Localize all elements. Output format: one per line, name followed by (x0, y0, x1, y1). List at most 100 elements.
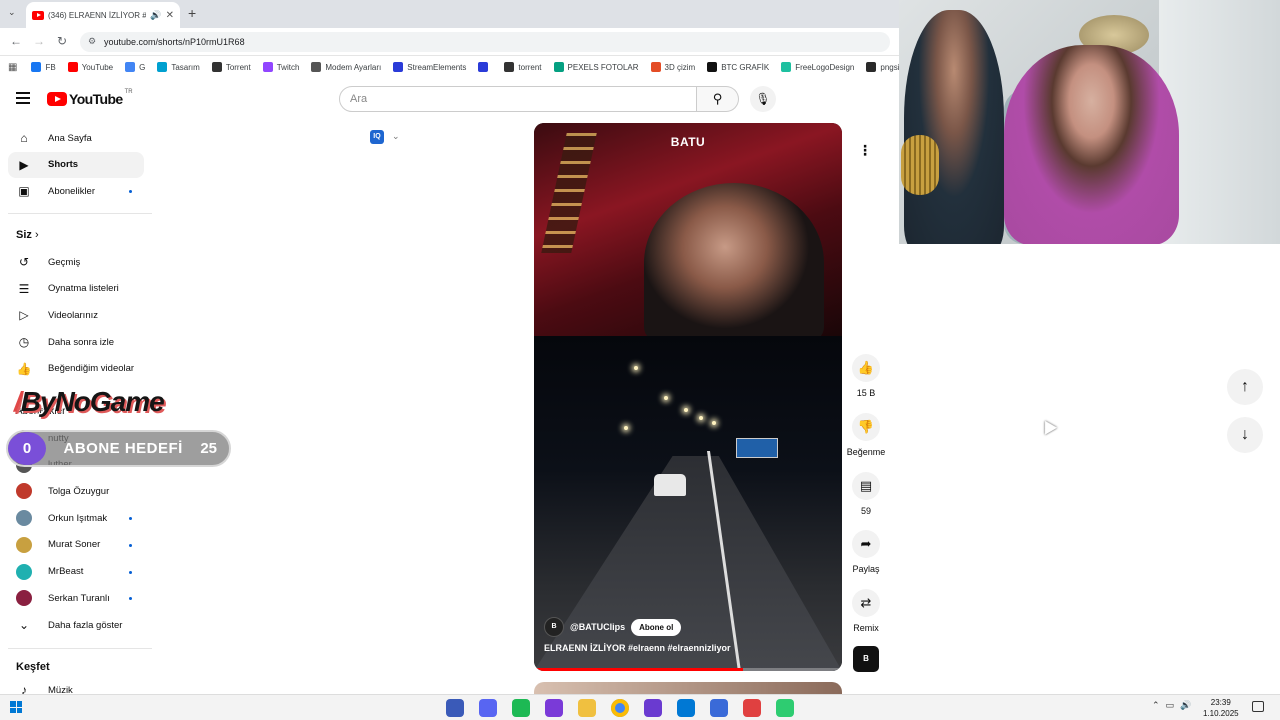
channel-avatar (16, 536, 32, 553)
spotify-icon[interactable] (512, 699, 530, 717)
channel-avatar (16, 590, 32, 607)
dislike-icon[interactable]: 👎 (852, 413, 880, 441)
apps-grid-icon[interactable]: ▦ (8, 62, 17, 73)
app-1-icon[interactable] (446, 699, 464, 717)
section-you[interactable]: Siz › (16, 229, 39, 241)
browser-tab[interactable]: (346) ELRAENN İZLİYOR #el 🔊 ✕ (26, 2, 180, 28)
comment-icon[interactable]: ▤ (852, 472, 880, 500)
tab-search-icon[interactable]: ⌄ (8, 7, 16, 18)
network-icon[interactable]: ▭ (1166, 700, 1175, 711)
channel-row: B @BATUClips Abone ol (544, 617, 682, 637)
channel-avatar[interactable]: B (544, 617, 564, 637)
sidebar-item[interactable]: ☰ Oynatma listeleri (8, 276, 144, 302)
next-short-preview[interactable] (534, 682, 842, 694)
sidebar-item[interactable]: 👍 Beğendiğim videolar (8, 356, 144, 382)
clock[interactable]: 23:39 1.10.2025 (1203, 697, 1239, 719)
sidebar-item[interactable]: ⌂ Ana Sayfa (8, 125, 144, 151)
back-icon[interactable]: ← (10, 34, 22, 48)
app-10-icon[interactable] (743, 699, 761, 717)
like-icon[interactable]: 👍 (852, 354, 880, 382)
sidebar-item[interactable]: ◷ Daha sonra izle (8, 329, 144, 355)
bookmark-item[interactable]: Twitch (262, 62, 299, 72)
sidebar-item[interactable]: ↺ Geçmiş (8, 249, 144, 275)
close-tab-icon[interactable]: ✕ (166, 10, 174, 21)
bookmark-item[interactable]: G (125, 62, 145, 72)
bookmark-label: FreeLogoDesign (795, 62, 855, 72)
subscribe-button[interactable]: Abone ol (631, 618, 682, 636)
hamburger-menu-icon[interactable] (16, 92, 30, 104)
speaker-icon[interactable]: 🔊 (150, 10, 161, 21)
notification-icon[interactable] (1252, 701, 1264, 712)
playlist-icon: ☰ (18, 281, 30, 296)
chrome-icon[interactable] (611, 699, 629, 717)
bookmark-label: pngsite (880, 62, 900, 72)
app-4-icon[interactable] (545, 699, 563, 717)
bookmark-item[interactable]: Tasarım (157, 62, 200, 72)
channel-handle[interactable]: @BATUClips (570, 622, 625, 632)
bookmark-item[interactable]: BTC GRAFİK (707, 62, 769, 72)
bookmark-icon (866, 62, 877, 72)
sidebar-item[interactable]: MrBeast (8, 559, 144, 585)
next-short-button[interactable]: ↓ (1227, 417, 1263, 453)
sidebar-item[interactable]: ▶ Shorts (8, 151, 144, 178)
bookmark-item[interactable]: torrent (504, 62, 542, 72)
remix-action[interactable]: ⇄ Remix (846, 589, 886, 633)
bookmark-item[interactable]: StreamElements (393, 62, 466, 72)
previous-short-button[interactable]: ↑ (1227, 369, 1263, 405)
discord-icon[interactable] (479, 699, 497, 717)
sidebar-item[interactable]: ⌄ Daha fazla göster (8, 612, 144, 638)
chevron-down-icon[interactable]: ⌄ (392, 131, 400, 142)
site-info-icon[interactable]: ⚙ (88, 36, 96, 47)
chevron-up-icon[interactable]: ⌃ (1152, 700, 1160, 711)
new-tab-button[interactable]: + (188, 5, 196, 21)
bookmark-icon (31, 62, 42, 72)
bookmark-item[interactable]: Torrent (211, 62, 251, 72)
comments-action[interactable]: ▤ 59 (846, 472, 886, 516)
bookmark-item[interactable]: FreeLogoDesign (781, 62, 854, 72)
more-options-icon[interactable]: ⋮ (851, 136, 879, 164)
video-caption[interactable]: ELRAENN İZLİYOR #elraenn #elraennizliyor (544, 643, 731, 653)
search-button[interactable]: ⚲ (697, 86, 739, 112)
sidebar-item[interactable]: Tolga Özuygur (8, 478, 144, 504)
share-icon[interactable]: ➦ (852, 530, 880, 558)
sidebar-item[interactable]: Serkan Turanlı (8, 585, 144, 611)
visual-studio-icon[interactable] (644, 699, 662, 717)
explorer-icon[interactable] (578, 699, 596, 717)
app-11-icon[interactable] (776, 699, 794, 717)
sub-goal-count: 25 (200, 440, 217, 457)
bookmark-label: G (139, 62, 146, 72)
bookmark-item[interactable]: FB (31, 62, 56, 72)
streamer-name: BATU (670, 135, 706, 149)
sound-source-avatar[interactable]: B (853, 646, 879, 672)
sidebar-item[interactable]: Murat Soner (8, 532, 144, 558)
vscode-icon[interactable] (677, 699, 695, 717)
iq-extension-icon[interactable]: IQ (370, 130, 384, 144)
sidebar-item[interactable]: ▷ Videolarınız (8, 302, 144, 328)
voice-search-button[interactable]: 🎙 (750, 86, 776, 112)
bookmark-item[interactable]: pngsite (866, 62, 900, 72)
bookmark-item[interactable]: PEXELS FOTOLAR (553, 62, 639, 72)
sidebar-divider (8, 213, 152, 214)
forward-icon[interactable]: → (33, 34, 45, 48)
remix-icon[interactable]: ⇄ (852, 589, 880, 617)
bookmark-item[interactable]: 3D çizim (650, 62, 695, 72)
search-input[interactable]: Ara (339, 86, 697, 112)
dislike-action[interactable]: 👎 Beğenme (846, 413, 886, 457)
reload-icon[interactable]: ↻ (57, 34, 67, 48)
start-button[interactable] (10, 701, 22, 713)
bookmark-item[interactable] (478, 62, 492, 72)
sidebar-item[interactable]: ▣ Abonelikler (8, 178, 144, 204)
shorts-video-player[interactable]: BATU B @BATUClips Abone ol ELRAENN İZLİY… (534, 123, 842, 671)
like-action[interactable]: 👍 15 B (846, 354, 886, 398)
share-action[interactable]: ➦ Paylaş (846, 530, 886, 574)
youtube-logo[interactable]: YouTube TR (47, 89, 133, 107)
app-9-icon[interactable] (710, 699, 728, 717)
system-tray[interactable]: ⌃ ▭ 🔊 (1152, 700, 1191, 711)
bookmark-item[interactable]: YouTube (67, 62, 113, 72)
video-progress-bar[interactable] (534, 668, 842, 671)
sidebar-item[interactable]: Orkun Işıtmak (8, 505, 144, 531)
url-field[interactable]: ⚙ youtube.com/shorts/nP10rmU1R68 (80, 32, 890, 52)
country-code: TR (124, 89, 133, 95)
bookmark-item[interactable]: Modem Ayarları (311, 62, 381, 72)
volume-icon[interactable]: 🔊 (1180, 700, 1191, 711)
